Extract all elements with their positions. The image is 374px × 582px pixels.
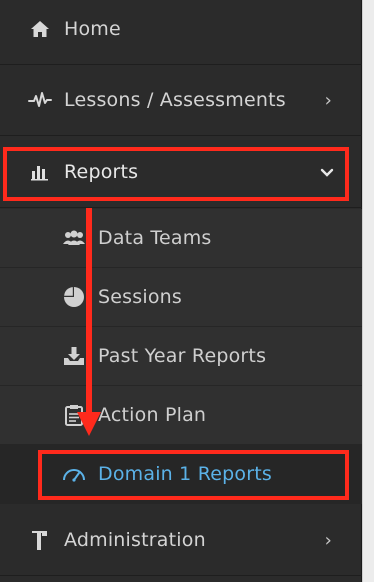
nav-item-label: Home: [64, 18, 121, 40]
sub-item-label: Domain 1 Reports: [98, 463, 272, 485]
chevron-down-icon: [320, 162, 334, 183]
nav-item-label: Administration: [64, 529, 206, 551]
sub-item-action-plan[interactable]: Action Plan: [0, 386, 362, 445]
pulse-icon: [28, 91, 52, 109]
nav-item-label: Lessons / Assessments: [64, 89, 286, 111]
chevron-right-icon: ›: [324, 89, 332, 111]
bar-chart-icon: [28, 163, 52, 181]
chevron-right-icon: ›: [324, 529, 332, 551]
annotation-arrow: [86, 208, 92, 418]
sub-item-domain-1-reports[interactable]: Domain 1 Reports: [0, 445, 362, 504]
nav-item-administration[interactable]: Administration ›: [0, 505, 362, 576]
annotation-arrow-head: [77, 412, 101, 436]
users-icon: [62, 230, 86, 246]
sub-item-past-year-reports[interactable]: Past Year Reports: [0, 327, 362, 386]
nav-item-home[interactable]: Home: [0, 0, 362, 65]
sub-item-label: Data Teams: [98, 227, 212, 249]
sub-item-sessions[interactable]: Sessions: [0, 268, 362, 327]
speedometer-icon: [62, 466, 86, 482]
sub-item-data-teams[interactable]: Data Teams: [0, 209, 362, 268]
pie-chart-icon: [62, 286, 86, 308]
sidebar-nav: Home Lessons / Assessments › Reports Dat…: [0, 0, 362, 582]
sub-item-label: Action Plan: [98, 404, 207, 426]
nav-item-label: Reports: [64, 161, 139, 183]
sub-item-label: Past Year Reports: [98, 345, 267, 367]
download-tray-icon: [62, 346, 86, 366]
home-icon: [28, 20, 52, 38]
scrollbar-track[interactable]: [362, 0, 374, 582]
hammer-icon: [28, 529, 52, 551]
nav-item-reports[interactable]: Reports: [0, 137, 362, 208]
nav-item-lessons-assessments[interactable]: Lessons / Assessments ›: [0, 65, 362, 136]
sub-item-label: Sessions: [98, 286, 182, 308]
